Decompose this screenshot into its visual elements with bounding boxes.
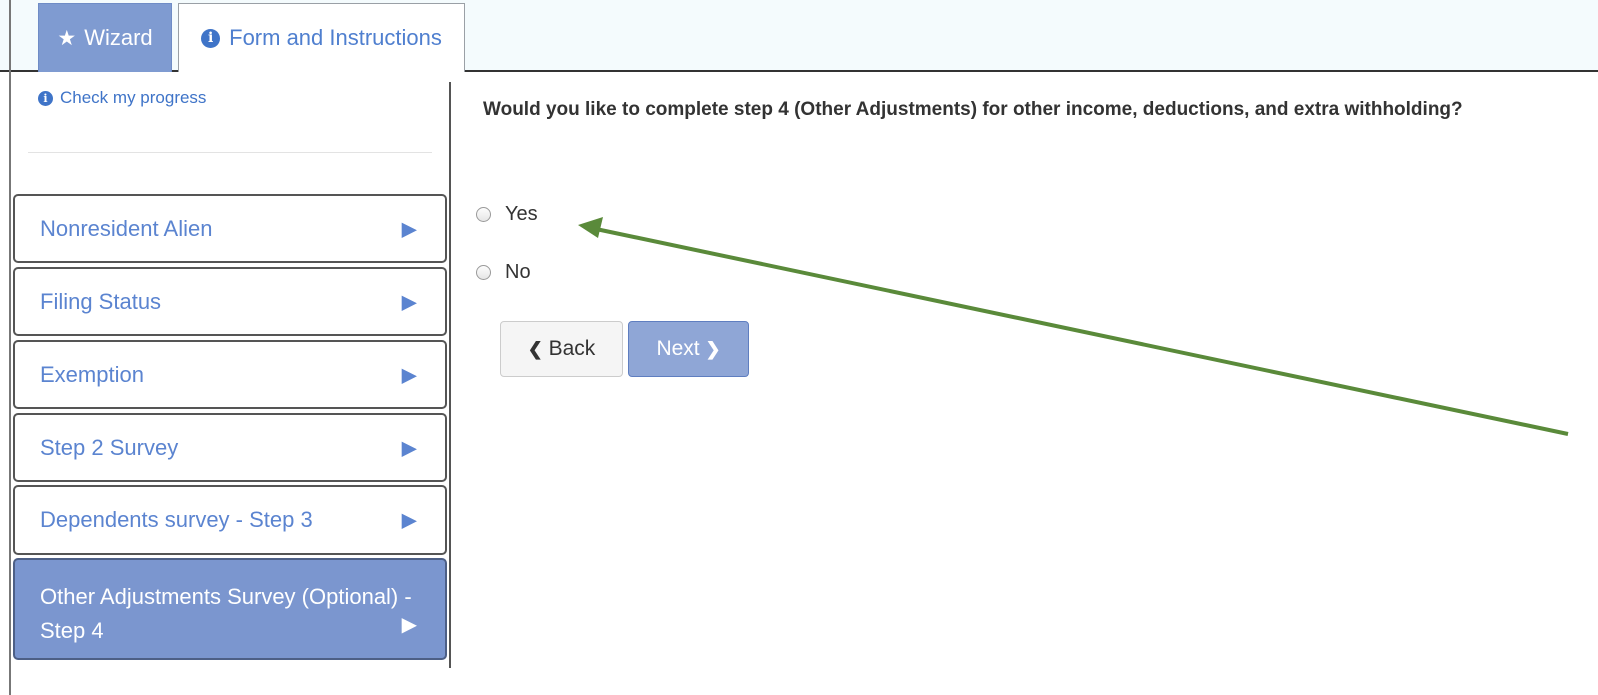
annotation-arrow-line	[595, 227, 1569, 436]
annotation-arrow-head	[578, 217, 603, 238]
annotation-arrow	[578, 217, 1569, 436]
